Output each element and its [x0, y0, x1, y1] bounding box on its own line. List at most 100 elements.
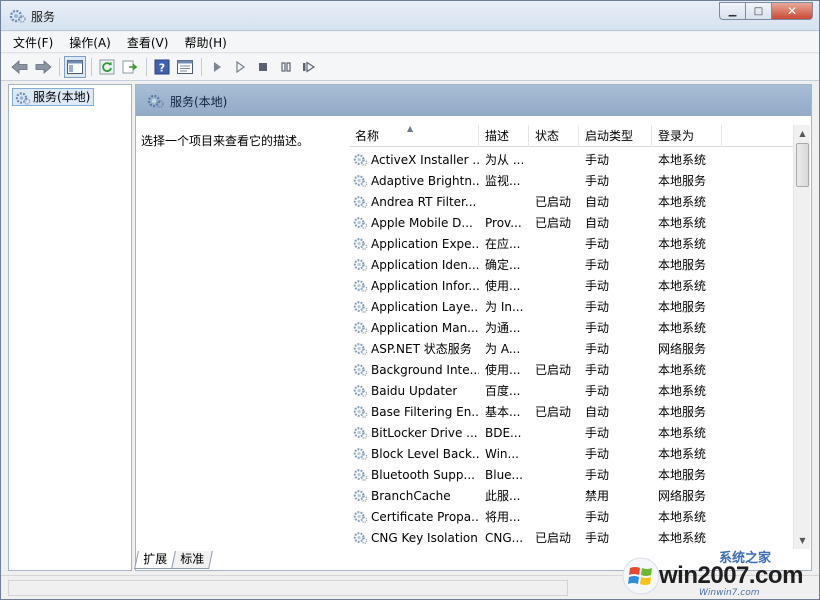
refresh-button[interactable] — [96, 56, 118, 78]
service-gear-icon — [353, 175, 368, 187]
table-header: ▲ 名称 描述 状态 启动类型 登录为 — [349, 125, 795, 147]
start-service-button[interactable] — [206, 56, 228, 78]
title-bar[interactable]: 服务 ▁ □ ✕ — [1, 1, 819, 31]
cell-startup-type: 手动 — [585, 447, 610, 461]
cell-startup-type: 手动 — [585, 300, 610, 314]
tree-item-services-local[interactable]: 服务(本地) — [12, 88, 95, 106]
table-row[interactable]: Certificate Propa... 将用... 手动 本地系统 — [349, 506, 795, 527]
cell-name: BranchCache — [349, 488, 479, 503]
table-row[interactable]: BitLocker Drive ... BDE... 手动 本地系统 — [349, 422, 795, 443]
table-row[interactable]: BranchCache 此服... 禁用 网络服务 — [349, 485, 795, 506]
export-list-button[interactable] — [119, 56, 141, 78]
column-header-description[interactable]: 描述 — [479, 125, 529, 147]
back-icon — [11, 60, 28, 74]
cell-description: 为 In... — [485, 300, 524, 314]
cell-startup-type: 手动 — [585, 237, 610, 251]
tab-extended[interactable]: 扩展 — [134, 551, 176, 569]
service-name: Apple Mobile D... — [371, 215, 473, 230]
start-service-button-alt[interactable] — [229, 56, 251, 78]
table-row[interactable]: Background Inte... 使用... 已启动 手动 本地系统 — [349, 359, 795, 380]
menu-file[interactable]: 文件(F) — [13, 34, 53, 51]
toolbar-separator — [146, 58, 147, 76]
menu-help[interactable]: 帮助(H) — [184, 34, 226, 51]
resume-service-icon — [303, 61, 316, 73]
forward-icon — [35, 60, 52, 74]
service-gear-icon — [353, 154, 368, 166]
table-row[interactable]: CNG Key Isolation CNG... 已启动 手动 本地系统 — [349, 527, 795, 548]
menu-action[interactable]: 操作(A) — [69, 34, 111, 51]
scroll-down-arrow-icon[interactable]: ▼ — [794, 532, 811, 549]
service-gear-icon — [353, 385, 368, 397]
table-row[interactable]: Application Laye... 为 In... 手动 本地服务 — [349, 296, 795, 317]
column-header-log-on-as[interactable]: 登录为 — [652, 125, 722, 147]
service-name: Bluetooth Supp... — [371, 467, 475, 482]
cell-log-on-as: 本地系统 — [658, 510, 707, 524]
service-gear-icon — [353, 217, 368, 229]
table-row[interactable]: Application Expe... 在应... 手动 本地系统 — [349, 233, 795, 254]
service-gear-icon — [353, 427, 368, 439]
back-button[interactable] — [9, 56, 31, 78]
table-row[interactable]: Base Filtering En... 基本... 已启动 自动 本地服务 — [349, 401, 795, 422]
table-row[interactable]: Block Level Back... Win... 手动 本地系统 — [349, 443, 795, 464]
cell-log-on-as: 本地系统 — [658, 153, 707, 167]
menu-view[interactable]: 查看(V) — [127, 34, 169, 51]
toolbar-separator — [91, 58, 92, 76]
service-gear-icon — [353, 343, 368, 355]
table-row[interactable]: Application Iden... 确定... 手动 本地服务 — [349, 254, 795, 275]
table-row[interactable]: Adaptive Brightn... 监视... 手动 本地服务 — [349, 170, 795, 191]
cell-startup-type: 手动 — [585, 321, 610, 335]
cell-description: 为 A... — [485, 342, 521, 356]
cell-name: Baidu Updater — [349, 383, 479, 398]
table-row[interactable]: ActiveX Installer ... 为从 ... 手动 本地系统 — [349, 149, 795, 170]
service-gear-icon — [353, 280, 368, 292]
cell-startup-type: 手动 — [585, 510, 610, 524]
cell-description: 基本... — [485, 405, 521, 419]
scroll-thumb[interactable] — [796, 143, 809, 187]
forward-button[interactable] — [32, 56, 54, 78]
column-header-name[interactable]: ▲ 名称 — [349, 125, 479, 147]
services-list: ▲ 名称 描述 状态 启动类型 登录为 ActiveX Installer ...… — [349, 125, 811, 549]
cell-description: 在应... — [485, 237, 521, 251]
table-row[interactable]: Baidu Updater 百度... 手动 本地系统 — [349, 380, 795, 401]
cell-description: 将用... — [485, 510, 521, 524]
service-name: Background Inte... — [371, 362, 479, 377]
table-row[interactable]: Apple Mobile D... Prov... 已启动 自动 本地系统 — [349, 212, 795, 233]
stop-service-button[interactable] — [252, 56, 274, 78]
pane-title: 服务(本地) — [170, 95, 228, 109]
scroll-up-arrow-icon[interactable]: ▲ — [794, 125, 811, 142]
minimize-button[interactable]: ▁ — [719, 2, 745, 20]
close-button[interactable]: ✕ — [771, 2, 813, 20]
cell-description: 监视... — [485, 174, 521, 188]
service-name: Adaptive Brightn... — [371, 173, 479, 188]
table-row[interactable]: ASP.NET 状态服务为 A... 手动 网络服务 — [349, 338, 795, 359]
cell-description: 为通... — [485, 321, 521, 335]
resume-service-button[interactable] — [298, 56, 320, 78]
toolbar: ? — [1, 54, 819, 81]
cell-log-on-as: 本地系统 — [658, 195, 707, 209]
column-header-status[interactable]: 状态 — [529, 125, 579, 147]
cell-log-on-as: 网络服务 — [658, 342, 707, 356]
table-row[interactable]: Application Infor... 使用... 手动 本地系统 — [349, 275, 795, 296]
service-name: Application Expe... — [371, 236, 479, 251]
table-row[interactable]: Bluetooth Supp... Blue... 手动 本地服务 — [349, 464, 795, 485]
properties-icon — [177, 60, 193, 74]
cell-description: 为从 ... — [485, 153, 525, 167]
cell-name: Apple Mobile D... — [349, 215, 479, 230]
cell-log-on-as: 本地系统 — [658, 447, 707, 461]
table-row[interactable]: Andrea RT Filter... 已启动 自动 本地系统 — [349, 191, 795, 212]
pause-service-button[interactable] — [275, 56, 297, 78]
service-gear-icon — [353, 238, 368, 250]
cell-log-on-as: 网络服务 — [658, 489, 707, 503]
cell-name: Application Man... — [349, 320, 479, 335]
column-header-startup-type[interactable]: 启动类型 — [579, 125, 652, 147]
show-console-tree-button[interactable] — [64, 56, 86, 78]
vertical-scrollbar[interactable]: ▲ ▼ — [793, 125, 810, 549]
table-row[interactable]: Application Man... 为通... 手动 本地系统 — [349, 317, 795, 338]
properties-button[interactable] — [174, 56, 196, 78]
service-name: Application Infor... — [371, 278, 479, 293]
maximize-button[interactable]: □ — [745, 2, 771, 20]
start-service-icon — [236, 61, 246, 73]
cell-startup-type: 自动 — [585, 195, 610, 209]
help-button[interactable]: ? — [151, 56, 173, 78]
tab-standard[interactable]: 标准 — [171, 551, 213, 569]
